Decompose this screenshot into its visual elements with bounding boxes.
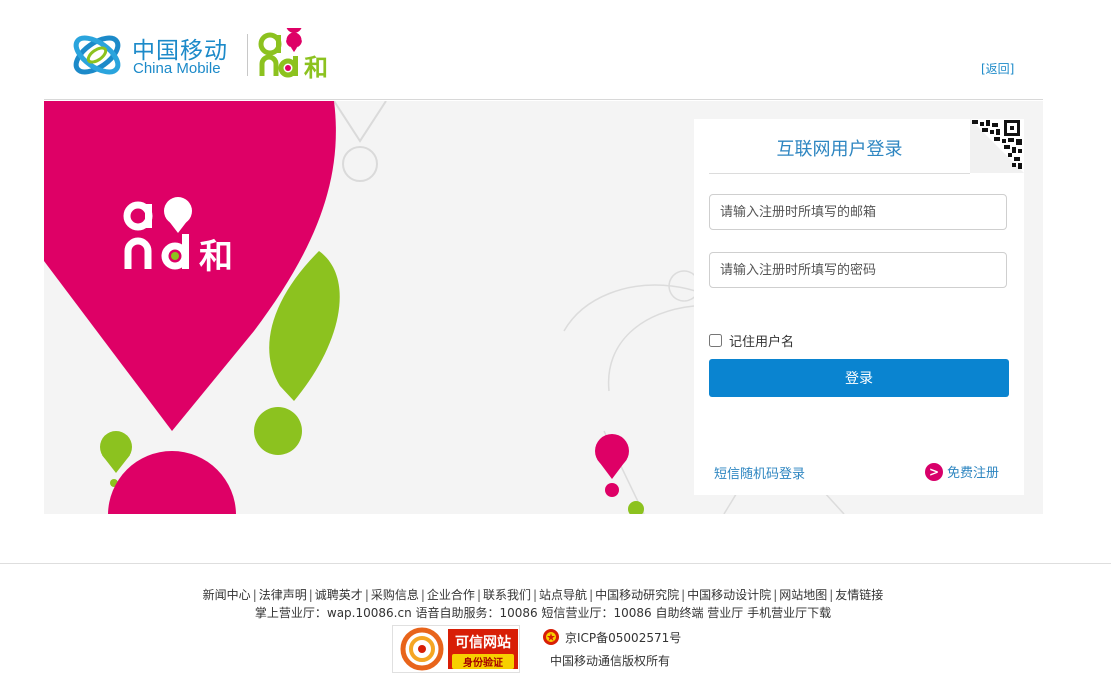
china-mobile-logo[interactable]: 中国移动 China Mobile — [70, 28, 240, 84]
trusted-site-text: 可信网站 身份验证 — [448, 629, 518, 669]
footer-link-business[interactable]: 企业合作 — [427, 588, 475, 602]
footer-services: 掌上营业厅：wap.10086.cn 语音自助服务：10086 短信营业厅：10… — [254, 606, 832, 620]
footer-link-research[interactable]: 中国移动研究院 — [595, 588, 679, 602]
arrow-right-icon: > — [925, 462, 943, 481]
footer-link-friends[interactable]: 友情链接 — [835, 588, 883, 602]
sms-code-login-link[interactable]: 短信随机码登录 — [714, 463, 805, 482]
trusted-site-seal-icon — [400, 627, 444, 671]
login-button[interactable]: 登录 — [709, 359, 1009, 397]
remember-username-checkbox[interactable] — [709, 334, 722, 347]
footer-link-news[interactable]: 新闻中心 — [203, 588, 251, 602]
header-divider — [44, 99, 1043, 100]
footer-link-contact[interactable]: 联系我们 — [483, 588, 531, 602]
trusted-site-subtitle: 身份验证 — [452, 654, 514, 669]
password-input[interactable] — [709, 252, 1007, 288]
login-title: 互联网用户登录 — [709, 119, 970, 174]
and-he-logo: 和 — [258, 28, 328, 82]
footer-link-legal[interactable]: 法律声明 — [259, 588, 307, 602]
icp-record[interactable]: 京ICP备05002571号 — [542, 628, 681, 646]
trusted-site-badge[interactable]: 可信网站 身份验证 — [392, 625, 520, 673]
and-he-logo-text: 和 — [304, 54, 328, 82]
copyright-text: 中国移动通信版权所有 — [550, 654, 671, 668]
login-panel: 互联网用户登录 记住用户名 登录 短信随机码登录 — [694, 119, 1024, 495]
remember-username[interactable]: 记住用户名 — [709, 331, 794, 350]
footer-divider — [0, 563, 1111, 564]
icp-number: 京ICP备05002571号 — [565, 630, 682, 645]
police-emblem-icon — [543, 629, 559, 645]
footer-link-design[interactable]: 中国移动设计院 — [687, 588, 771, 602]
footer-link-site-nav[interactable]: 站点导航 — [539, 588, 587, 602]
qr-code-icon — [970, 119, 1024, 173]
free-register-label: 免费注册 — [947, 466, 1000, 481]
free-register-link[interactable]: > 免费注册 — [925, 462, 999, 481]
china-mobile-swirl-icon — [73, 35, 121, 75]
footer-link-procurement[interactable]: 采购信息 — [371, 588, 419, 602]
footer-link-careers[interactable]: 诚聘英才 — [315, 588, 363, 602]
header: 中国移动 China Mobile 和 [返回] — [0, 0, 1111, 100]
remember-username-label: 记住用户名 — [729, 335, 795, 350]
footer-links: 新闻中心 | 法律声明 | 诚聘英才 | 采购信息 | 企业合作 | 联系我们 | 站点导航 | 中国移动研… — [202, 588, 884, 602]
qr-code-corner[interactable] — [970, 119, 1024, 173]
brand-name-en: China Mobile — [133, 60, 221, 77]
logo-divider — [247, 34, 248, 76]
banner-logo-text: 和 — [199, 237, 233, 277]
trusted-site-title: 可信网站 — [455, 635, 511, 651]
back-link[interactable]: [返回] — [981, 60, 1014, 77]
email-input[interactable] — [709, 194, 1007, 230]
footer-link-sitemap[interactable]: 网站地图 — [779, 588, 827, 602]
